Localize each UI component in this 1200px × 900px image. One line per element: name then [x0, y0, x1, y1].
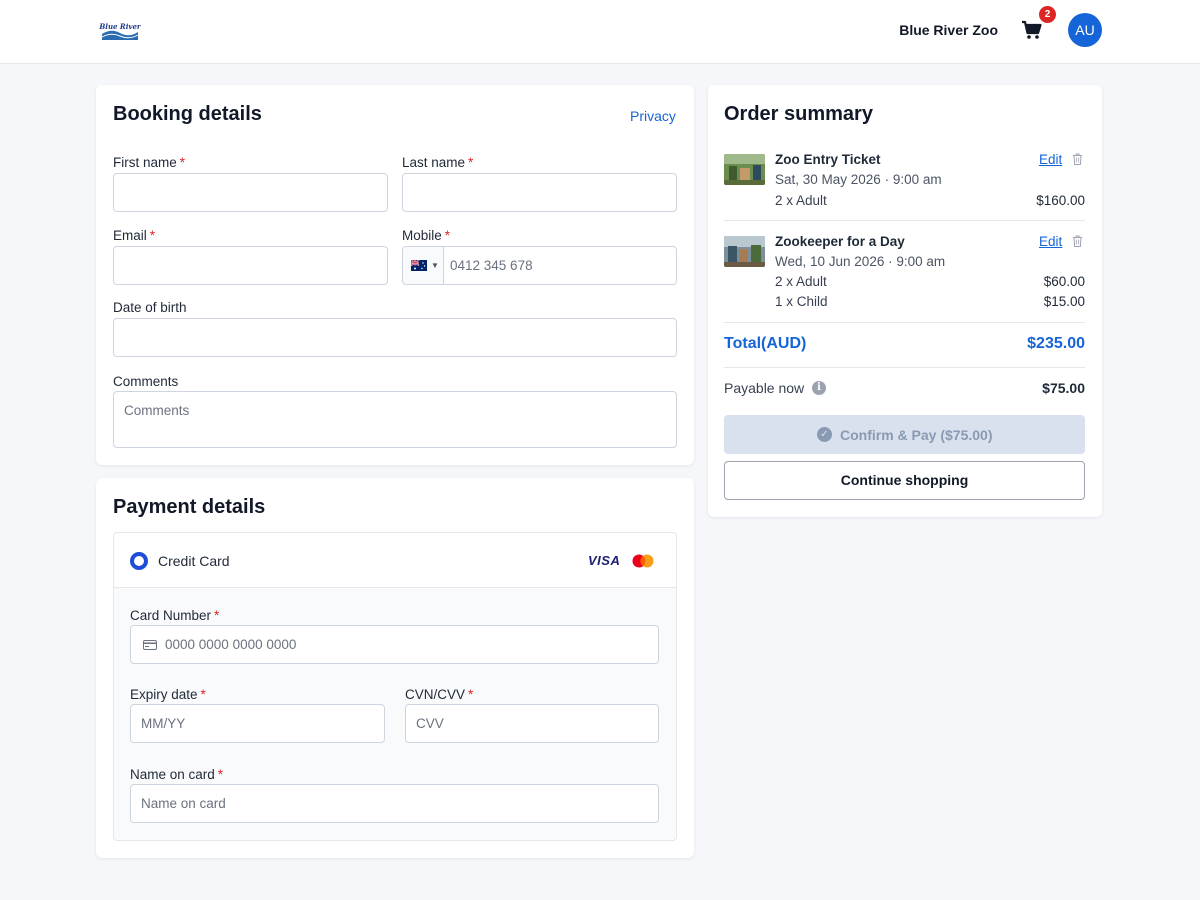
zoo-entry-thumbnail	[724, 154, 765, 185]
first-name-label: First name *	[113, 155, 186, 170]
order-line-label: 2 x Adult	[775, 274, 827, 289]
name-on-card-placeholder: Name on card	[141, 796, 226, 811]
comments-textarea[interactable]: Comments	[113, 391, 677, 448]
card-number-input[interactable]: 0000 0000 0000 0000	[130, 625, 659, 664]
user-avatar[interactable]: AU	[1068, 13, 1102, 47]
payable-now-label: Payable now	[724, 380, 805, 396]
top-bar: Blue River Blue River Zoo 2 AU	[0, 0, 1200, 64]
divider	[724, 220, 1085, 221]
mobile-label: Mobile *	[402, 228, 451, 243]
expiry-date-label: Expiry date *	[130, 687, 206, 702]
order-item-date: Wed, 10 Jun 2026 · 9:00 am	[775, 254, 946, 269]
name-on-card-label: Name on card *	[130, 767, 224, 782]
check-circle-icon: ✓	[817, 427, 832, 442]
email-input[interactable]	[113, 246, 388, 285]
dob-label: Date of birth	[113, 300, 187, 315]
cvv-label: CVN/CVV *	[405, 687, 474, 702]
order-line-price: $160.00	[1036, 193, 1085, 208]
edit-item-button[interactable]: Edit	[1039, 234, 1062, 249]
last-name-label: Last name *	[402, 155, 474, 170]
divider	[724, 367, 1085, 368]
order-item-title: Zookeeper for a Day	[775, 234, 905, 249]
continue-shopping-button[interactable]: Continue shopping	[724, 461, 1085, 500]
mobile-placeholder: 0412 345 678	[450, 258, 533, 273]
zoo-logo[interactable]: Blue River	[99, 20, 141, 42]
cvv-placeholder: CVV	[416, 716, 444, 731]
credit-card-radio[interactable]	[130, 552, 148, 570]
cart-count-badge: 2	[1039, 6, 1056, 23]
expiry-date-input[interactable]: MM/YY	[130, 704, 385, 743]
expiry-date-placeholder: MM/YY	[141, 716, 186, 731]
credit-card-icon	[143, 640, 157, 650]
credit-card-option-header[interactable]: Credit Card VISA	[114, 533, 676, 588]
order-item-date: Sat, 30 May 2026 · 9:00 am	[775, 172, 942, 187]
order-line-price: $15.00	[1043, 294, 1085, 309]
brand-name[interactable]: Blue River Zoo	[880, 22, 998, 38]
credit-card-label: Credit Card	[158, 553, 230, 569]
last-name-input[interactable]	[402, 173, 677, 212]
total-label: Total(AUD)	[724, 335, 807, 352]
total-value: $235.00	[1027, 335, 1085, 352]
cvv-input[interactable]: CVV	[405, 704, 659, 743]
cart-icon[interactable]	[1020, 18, 1044, 42]
order-item-title: Zoo Entry Ticket	[775, 152, 881, 167]
booking-details-title: Booking details	[113, 103, 262, 125]
australia-flag-icon	[411, 260, 427, 271]
card-number-label: Card Number *	[130, 608, 220, 623]
order-line-price: $60.00	[1043, 274, 1085, 289]
comments-label: Comments	[113, 374, 179, 389]
email-label: Email *	[113, 228, 156, 243]
payment-details-title: Payment details	[113, 496, 266, 518]
comments-placeholder: Comments	[124, 403, 190, 418]
order-line-label: 1 x Child	[775, 294, 828, 309]
mastercard-icon	[632, 554, 654, 568]
trash-icon[interactable]	[1072, 235, 1083, 247]
confirm-pay-label: Confirm & Pay ($75.00)	[840, 427, 993, 443]
visa-logo: VISA	[588, 553, 621, 568]
svg-text:Blue River: Blue River	[99, 22, 141, 31]
privacy-link[interactable]: Privacy	[630, 108, 676, 124]
dob-input[interactable]	[113, 318, 677, 357]
country-code-select[interactable]: ▼	[403, 247, 444, 284]
name-on-card-input[interactable]: Name on card	[130, 784, 659, 823]
trash-icon[interactable]	[1072, 153, 1083, 165]
info-icon[interactable]: i	[812, 381, 826, 395]
chevron-down-icon: ▼	[431, 261, 439, 270]
zookeeper-thumbnail	[724, 236, 765, 267]
card-number-placeholder: 0000 0000 0000 0000	[165, 637, 297, 652]
order-summary-title: Order summary	[724, 103, 873, 125]
divider	[724, 322, 1085, 323]
edit-item-button[interactable]: Edit	[1039, 152, 1062, 167]
order-line-label: 2 x Adult	[775, 193, 827, 208]
mobile-input[interactable]: ▼ 0412 345 678	[402, 246, 677, 285]
payable-now-value: $75.00	[1042, 380, 1085, 396]
confirm-pay-button[interactable]: ✓ Confirm & Pay ($75.00)	[724, 415, 1085, 454]
first-name-input[interactable]	[113, 173, 388, 212]
